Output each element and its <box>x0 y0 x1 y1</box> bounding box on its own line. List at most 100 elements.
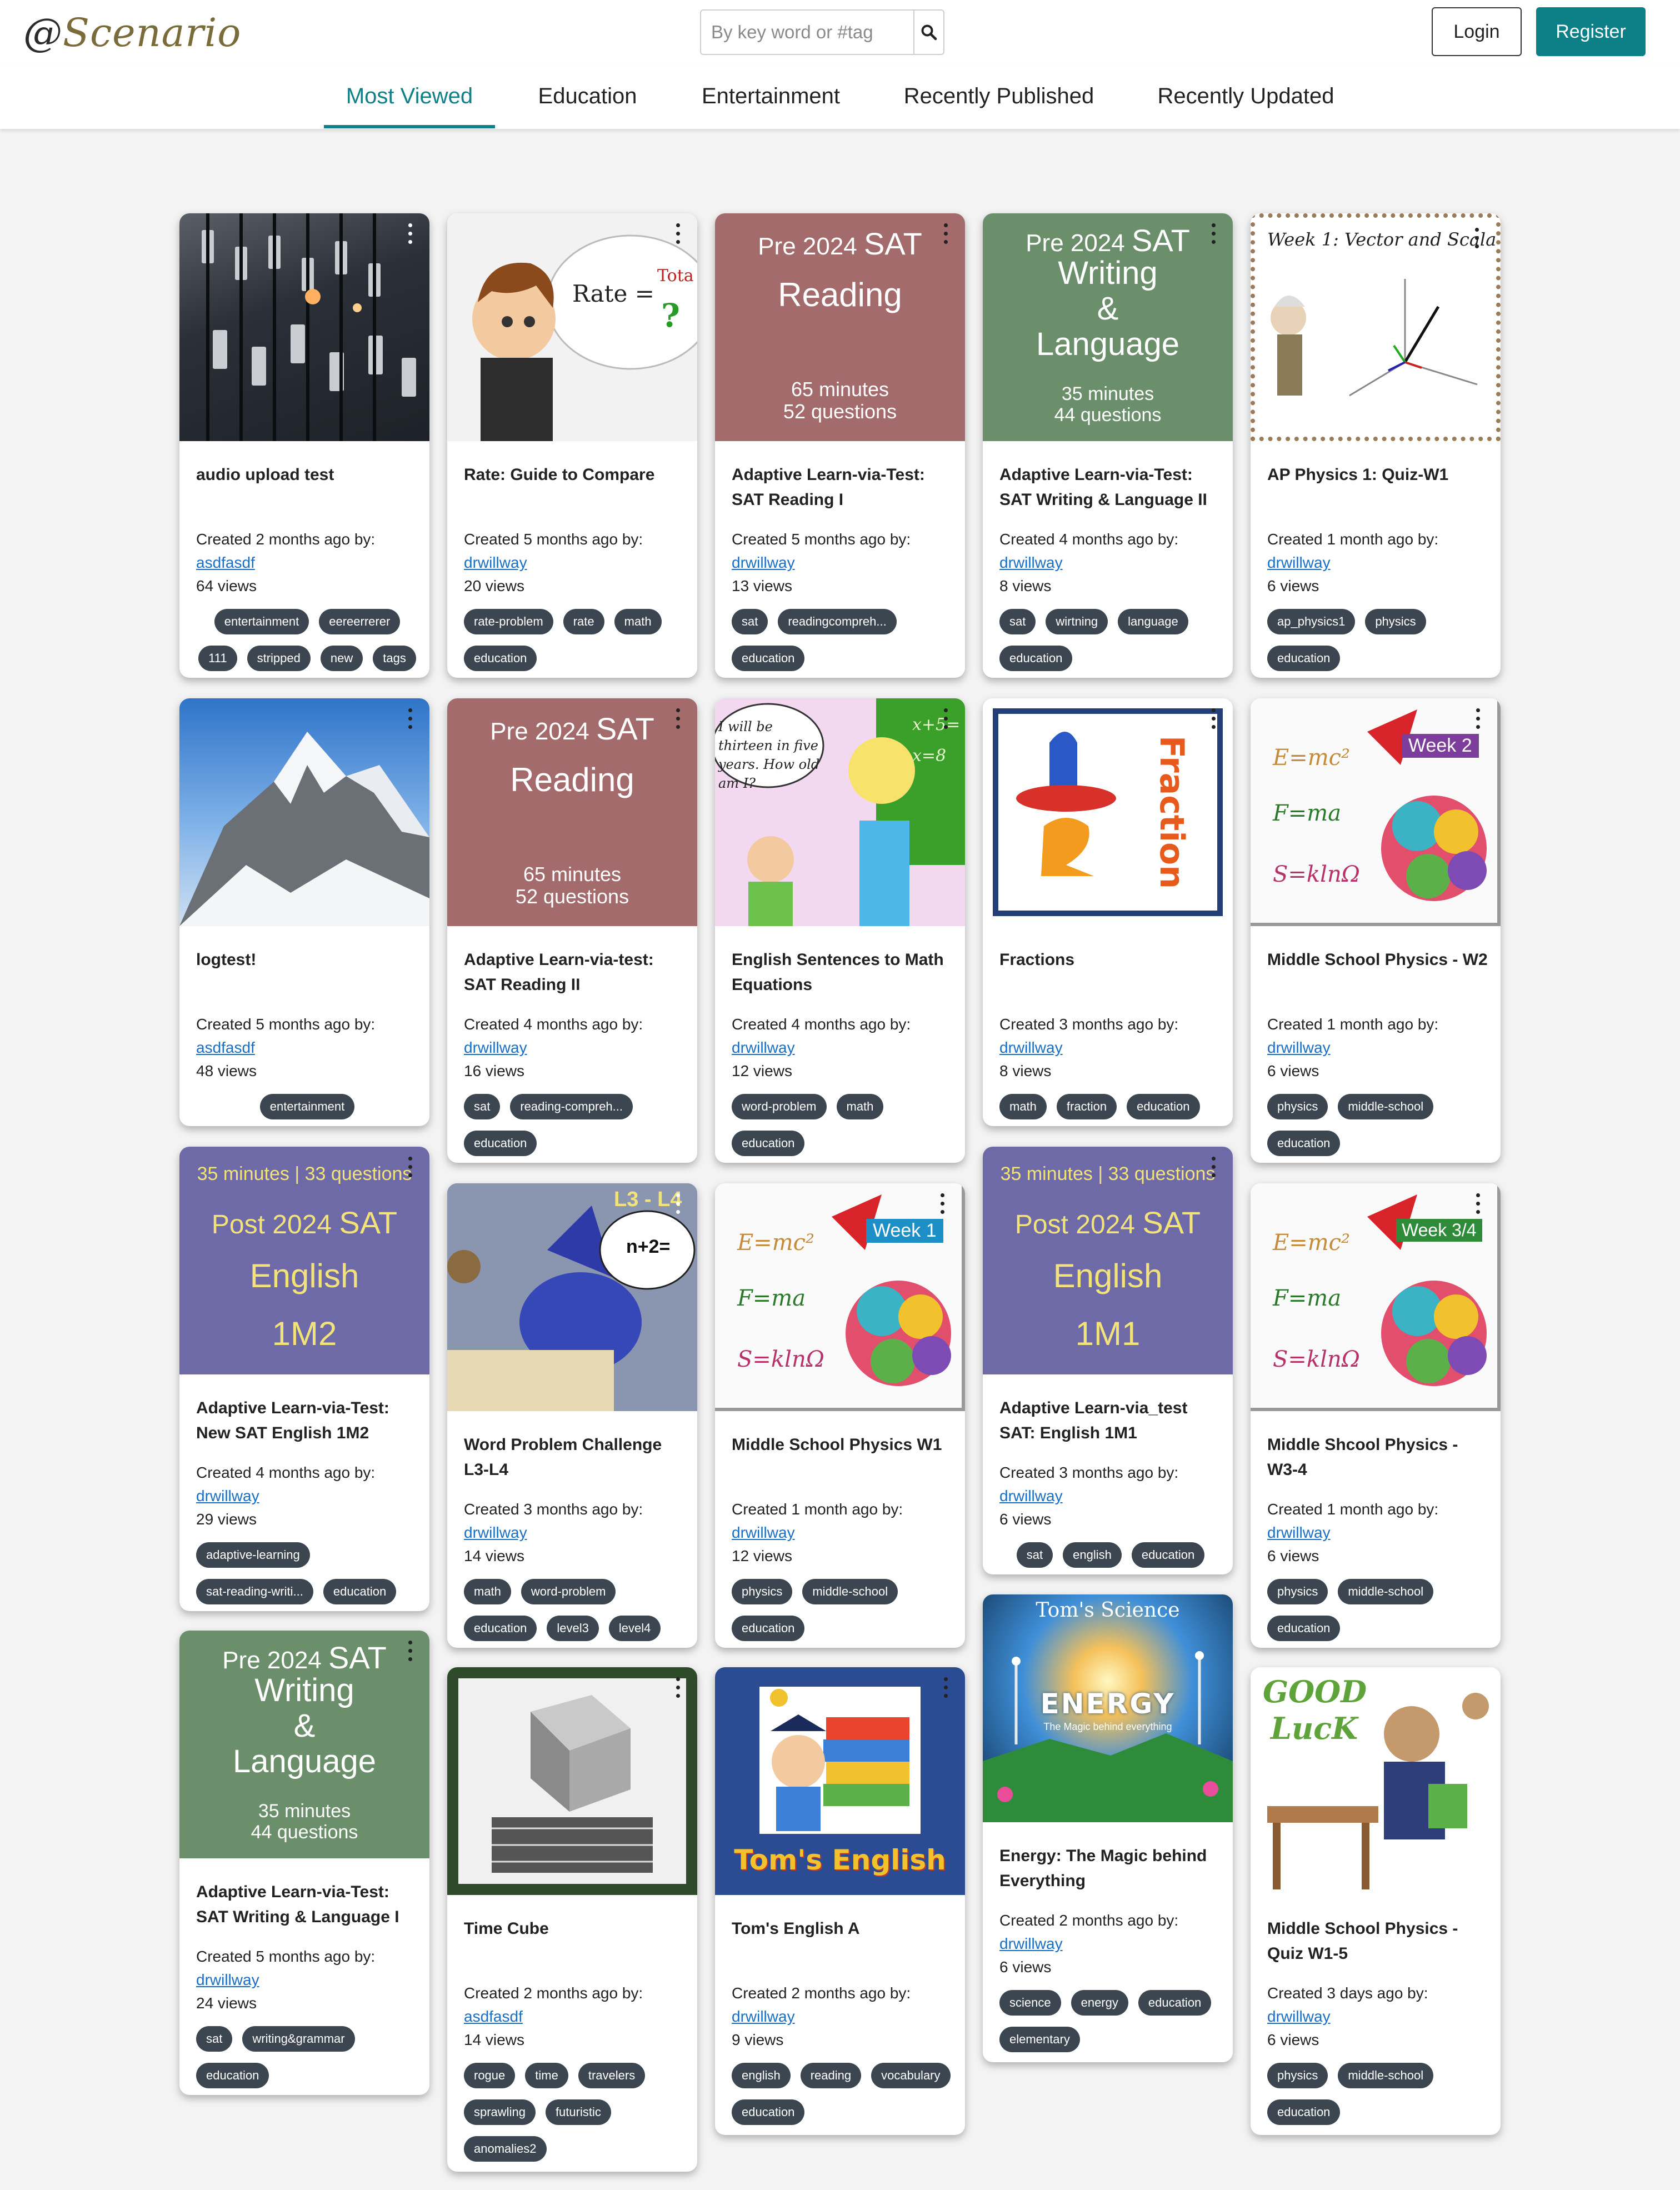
card[interactable]: audio upload test Created 2 months ago b… <box>179 213 429 678</box>
tag[interactable]: reading-compreh... <box>510 1094 633 1119</box>
tab-most-viewed[interactable]: Most Viewed <box>324 64 495 129</box>
card-menu-icon[interactable] <box>675 223 681 249</box>
tag[interactable]: fraction <box>1056 1094 1117 1119</box>
card-menu-icon[interactable] <box>943 1677 948 1703</box>
card[interactable]: Pre 2024 SAT Reading 65 minutes 52 quest… <box>447 698 697 1163</box>
tag[interactable]: readingcompreh... <box>778 609 897 634</box>
card-title[interactable]: Adaptive Learn-via-Test: SAT Writing & L… <box>999 462 1222 512</box>
card-title[interactable]: Word Problem Challenge L3-L4 <box>464 1432 686 1482</box>
card-menu-icon[interactable] <box>1475 708 1481 734</box>
author-link[interactable]: drwillway <box>732 1521 903 1544</box>
author-link[interactable]: drwillway <box>732 551 911 574</box>
author-link[interactable]: drwillway <box>464 1036 643 1059</box>
tag[interactable]: sat <box>999 609 1036 634</box>
card[interactable]: E=mc² F=ma S=klnΩ Week 3/4 Middle Shcool… <box>1251 1183 1501 1648</box>
card[interactable]: logtest! Created 5 months ago by: asdfas… <box>179 698 429 1126</box>
tag[interactable]: eereerrerer <box>319 609 401 634</box>
register-button[interactable]: Register <box>1536 7 1646 56</box>
tag[interactable]: sat <box>464 1094 501 1119</box>
card[interactable]: E=mc² F=ma S=klnΩ Week 2 Middle School P… <box>1251 698 1501 1163</box>
card[interactable]: Tom's English Tom's English A Created 2 … <box>715 1667 965 2135</box>
tag[interactable]: education <box>999 646 1073 671</box>
tag[interactable]: rogue <box>464 2063 516 2088</box>
author-link[interactable]: drwillway <box>1267 2005 1428 2028</box>
tag[interactable]: time <box>525 2063 568 2088</box>
tag[interactable]: education <box>1127 1094 1200 1119</box>
tag[interactable]: education <box>1138 1990 1212 2016</box>
tag[interactable]: english <box>732 2063 791 2088</box>
tag[interactable]: 111 <box>198 646 237 671</box>
tag[interactable]: education <box>732 1131 805 1156</box>
tag[interactable]: writing&grammar <box>242 2026 355 2052</box>
author-link[interactable]: asdfasdf <box>196 1036 375 1059</box>
tag[interactable]: math <box>614 609 662 634</box>
card-title[interactable]: Energy: The Magic behind Everything <box>999 1843 1222 1893</box>
tag[interactable]: english <box>1063 1542 1122 1568</box>
card[interactable]: Pre 2024 SAT Writing & Language 35 minut… <box>983 213 1233 678</box>
card-menu-icon[interactable] <box>1211 223 1216 249</box>
card-title[interactable]: Middle Shcool Physics - W3-4 <box>1267 1432 1489 1482</box>
tag[interactable]: sat-reading-writi... <box>196 1579 313 1604</box>
card-menu-icon[interactable] <box>675 1677 681 1703</box>
card-title[interactable]: logtest! <box>196 947 418 972</box>
tag[interactable]: tags <box>373 646 416 671</box>
card[interactable]: Week 1: Vector and Scalar AP Physics 1: … <box>1251 213 1501 678</box>
tag[interactable]: math <box>999 1094 1047 1119</box>
card[interactable]: Time Cube Created 2 months ago by: asdfa… <box>447 1667 697 2172</box>
card[interactable]: E=mc² F=ma S=klnΩ Week 1 Middle School P… <box>715 1183 965 1648</box>
tag[interactable]: wirtning <box>1046 609 1108 634</box>
card-title[interactable]: Middle School Physics W1 <box>732 1432 954 1457</box>
tab-education[interactable]: Education <box>511 64 664 129</box>
tag[interactable]: physics <box>732 1579 793 1604</box>
tag[interactable]: language <box>1118 609 1188 634</box>
card-menu-icon[interactable] <box>1474 228 1479 253</box>
tag[interactable]: reading <box>800 2063 862 2088</box>
tag[interactable]: level4 <box>608 1616 661 1641</box>
tag[interactable]: math <box>464 1579 511 1604</box>
tag[interactable]: education <box>732 1616 805 1641</box>
card-title[interactable]: Adaptive Learn-via-Test: SAT Reading I <box>732 462 954 512</box>
author-link[interactable]: drwillway <box>196 1968 375 1992</box>
card-menu-icon[interactable] <box>407 1157 413 1182</box>
tag[interactable]: sat <box>732 609 768 634</box>
card-title[interactable]: English Sentences to Math Equations <box>732 947 954 997</box>
author-link[interactable]: asdfasdf <box>464 2005 643 2028</box>
tag[interactable]: education <box>196 2063 269 2088</box>
author-link[interactable]: drwillway <box>1267 551 1438 574</box>
tag[interactable]: level3 <box>547 1616 599 1641</box>
tag[interactable]: education <box>464 1131 537 1156</box>
tag[interactable]: physics <box>1267 1579 1328 1604</box>
tag[interactable]: education <box>464 646 537 671</box>
logo[interactable]: @Scenario <box>23 10 241 56</box>
card-menu-icon[interactable] <box>675 1193 681 1219</box>
tag[interactable]: math <box>836 1094 884 1119</box>
card[interactable]: I will be thirteen in five years. How ol… <box>715 698 965 1163</box>
card-title[interactable]: Fractions <box>999 947 1222 972</box>
author-link[interactable]: drwillway <box>999 1036 1178 1059</box>
tag[interactable]: middle-school <box>1338 1579 1434 1604</box>
card[interactable]: Rate = Tota ? Rate: Guide to Compare Cre… <box>447 213 697 678</box>
author-link[interactable]: drwillway <box>196 1484 375 1508</box>
author-link[interactable]: drwillway <box>1267 1521 1438 1544</box>
card-title[interactable]: Middle School Physics - Quiz W1-5 <box>1267 1916 1489 1966</box>
tab-recently-updated[interactable]: Recently Updated <box>1144 64 1347 129</box>
tag[interactable]: education <box>464 1616 537 1641</box>
tag[interactable]: energy <box>1071 1990 1128 2016</box>
author-link[interactable]: drwillway <box>732 1036 911 1059</box>
card-menu-icon[interactable] <box>1475 1193 1481 1219</box>
card[interactable]: L3 - L4 n+2= Word Problem Challenge L3-L… <box>447 1183 697 1648</box>
author-link[interactable]: asdfasdf <box>196 551 375 574</box>
tag[interactable]: science <box>999 1990 1061 2016</box>
card[interactable]: Pre 2024 SAT Reading 65 minutes 52 quest… <box>715 213 965 678</box>
tag[interactable]: adaptive-learning <box>196 1542 310 1568</box>
card[interactable]: Tom's Science ENERGY The Magic behind ev… <box>983 1594 1233 2062</box>
tag[interactable]: physics <box>1365 609 1426 634</box>
tab-recently-published[interactable]: Recently Published <box>893 64 1104 129</box>
tag[interactable]: education <box>1267 1131 1341 1156</box>
tag[interactable]: physics <box>1267 2063 1328 2088</box>
author-link[interactable]: drwillway <box>464 551 643 574</box>
card[interactable]: Fraction Fractions Created 3 months ago … <box>983 698 1233 1126</box>
card[interactable]: Pre 2024 SAT Writing & Language 35 minut… <box>179 1631 429 2095</box>
tag[interactable]: physics <box>1267 1094 1328 1119</box>
card-title[interactable]: Tom's English A <box>732 1916 954 1941</box>
